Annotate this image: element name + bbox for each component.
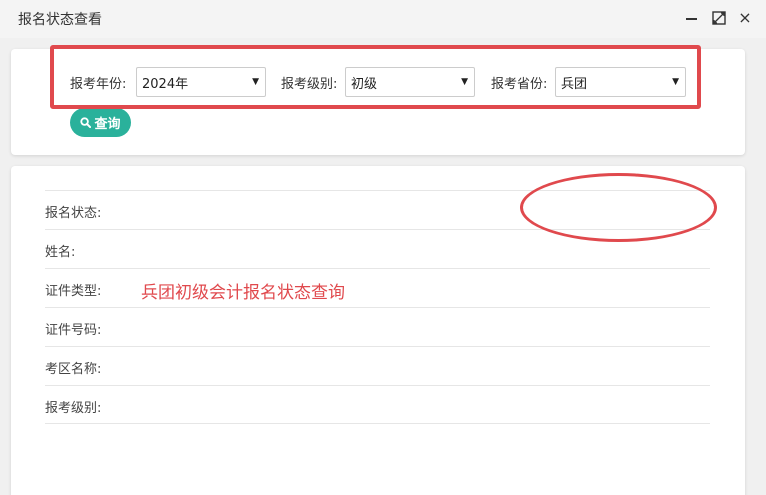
exam-level-label: 报考级别: [45, 401, 102, 416]
query-button[interactable]: 查询 [70, 108, 131, 137]
info-row-exam-level: 报考级别: [45, 385, 710, 424]
annotation-text: 兵团初级会计报名状态查询 [141, 283, 345, 303]
window-titlebar: 报名状态查看 × [0, 0, 766, 38]
scrollbar[interactable] [758, 38, 766, 495]
minimize-icon[interactable] [683, 10, 699, 26]
info-row-exam-area: 考区名称: [45, 346, 710, 385]
highlight-ellipse [520, 173, 717, 242]
exam-area-label: 考区名称: [45, 362, 102, 377]
name-label: 姓名: [45, 245, 76, 260]
info-row-id-number: 证件号码: [45, 307, 710, 346]
maximize-icon[interactable] [711, 10, 727, 26]
id-type-label: 证件类型: [45, 284, 102, 299]
close-icon[interactable]: × [737, 10, 753, 26]
search-icon [80, 117, 92, 128]
window-title: 报名状态查看 [18, 12, 102, 28]
status-label: 报名状态: [45, 206, 102, 221]
id-number-label: 证件号码: [45, 323, 102, 338]
query-button-label: 查询 [94, 117, 121, 132]
highlight-box [50, 45, 701, 109]
